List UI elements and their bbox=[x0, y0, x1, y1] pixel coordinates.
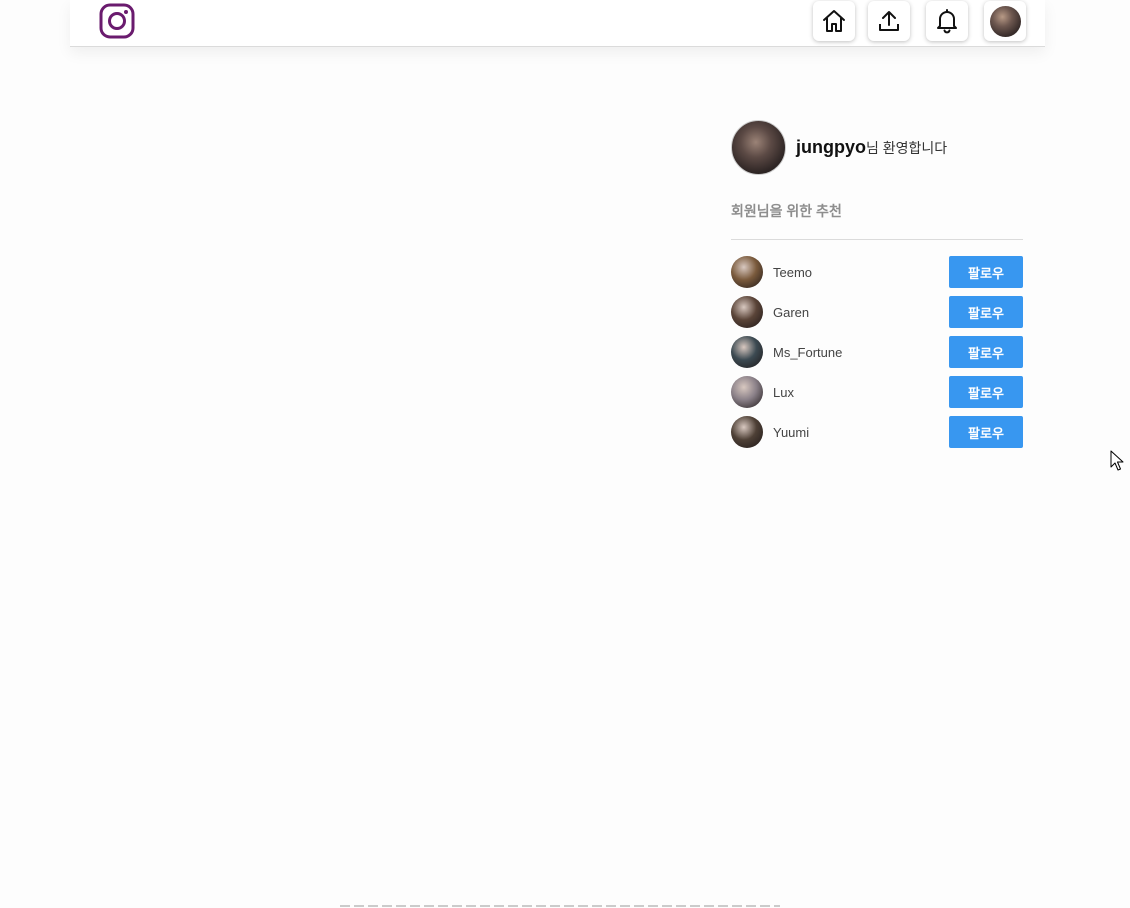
avatar[interactable] bbox=[731, 256, 763, 288]
sidebar: jungpyo 님 환영합니다 회원님을 위한 추천 Teemo 팔로우 Garen… bbox=[731, 119, 1023, 456]
follow-button[interactable]: 팔로우 bbox=[949, 296, 1023, 328]
avatar bbox=[989, 5, 1021, 37]
user-avatar[interactable] bbox=[731, 119, 786, 175]
instagram-icon[interactable] bbox=[99, 3, 135, 39]
home-button[interactable] bbox=[813, 1, 855, 41]
notifications-button[interactable] bbox=[926, 1, 968, 41]
recommended-username[interactable]: Lux bbox=[773, 385, 949, 400]
top-navigation-bar bbox=[70, 0, 1045, 47]
footer-text bbox=[340, 902, 780, 908]
follow-button[interactable]: 팔로우 bbox=[949, 256, 1023, 288]
list-item: Teemo 팔로우 bbox=[731, 256, 1023, 288]
avatar[interactable] bbox=[731, 296, 763, 328]
recommended-username[interactable]: Yuumi bbox=[773, 425, 949, 440]
recommendations-list: Teemo 팔로우 Garen 팔로우 Ms_Fortune 팔로우 Lux 팔로우 Yuumi… bbox=[731, 256, 1023, 448]
profile-button[interactable] bbox=[984, 1, 1026, 41]
avatar[interactable] bbox=[731, 416, 763, 448]
recommended-username[interactable]: Ms_Fortune bbox=[773, 345, 949, 360]
avatar[interactable] bbox=[731, 336, 763, 368]
recommendations-title: 회원님을 위한 추천 bbox=[731, 201, 1023, 240]
recommended-username[interactable]: Teemo bbox=[773, 265, 949, 280]
mouse-cursor-icon bbox=[1110, 450, 1124, 471]
list-item: Garen 팔로우 bbox=[731, 296, 1023, 328]
list-item: Lux 팔로우 bbox=[731, 376, 1023, 408]
follow-button[interactable]: 팔로우 bbox=[949, 376, 1023, 408]
home-icon bbox=[823, 10, 845, 32]
avatar[interactable] bbox=[731, 376, 763, 408]
welcome-message: jungpyo 님 환영합니다 bbox=[796, 137, 947, 158]
upload-icon bbox=[879, 11, 899, 31]
follow-button[interactable]: 팔로우 bbox=[949, 336, 1023, 368]
bell-icon bbox=[937, 9, 957, 34]
list-item: Yuumi 팔로우 bbox=[731, 416, 1023, 448]
upload-button[interactable] bbox=[868, 1, 910, 41]
username[interactable]: jungpyo bbox=[796, 137, 866, 158]
recommended-username[interactable]: Garen bbox=[773, 305, 949, 320]
welcome-suffix: 님 환영합니다 bbox=[866, 139, 948, 156]
follow-button[interactable]: 팔로우 bbox=[949, 416, 1023, 448]
current-user: jungpyo 님 환영합니다 bbox=[731, 119, 1023, 175]
list-item: Ms_Fortune 팔로우 bbox=[731, 336, 1023, 368]
